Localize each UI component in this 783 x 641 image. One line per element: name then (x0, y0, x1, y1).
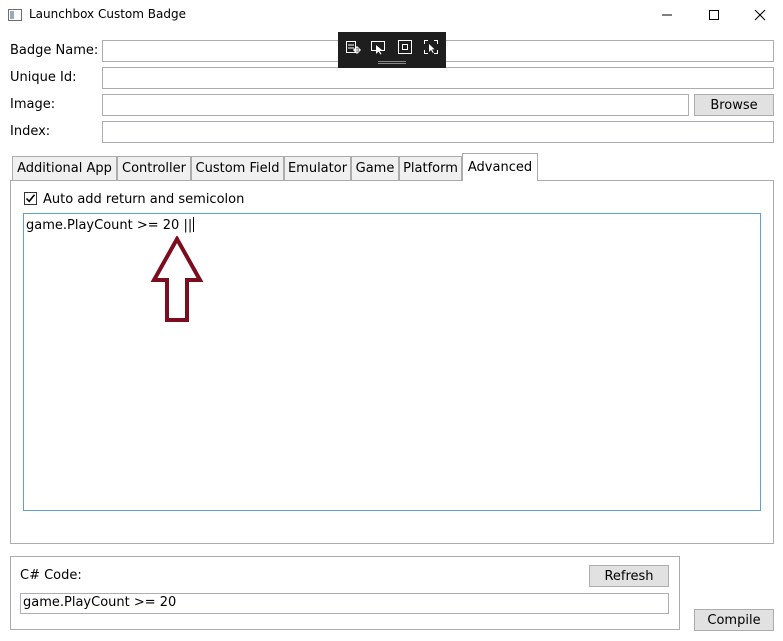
title-bar[interactable]: Launchbox Custom Badge (0, 0, 783, 30)
select-element-button[interactable] (367, 37, 389, 57)
tab-game[interactable]: Game (351, 156, 399, 180)
index-label: Index: (10, 124, 51, 139)
layout-adorners-button[interactable] (394, 37, 416, 57)
csharp-code-output[interactable]: game.PlayCount >= 20 (20, 593, 669, 614)
tab-advanced[interactable]: Advanced (462, 153, 538, 181)
compile-button[interactable]: Compile (694, 609, 774, 631)
unique-id-label: Unique Id: (10, 70, 77, 85)
toolbar-grip[interactable] (378, 61, 406, 64)
visual-tree-button[interactable] (342, 37, 364, 57)
annotation-arrow-icon (150, 236, 204, 322)
maximize-icon (709, 10, 719, 20)
csharp-code-label: C# Code: (20, 568, 82, 583)
image-label: Image: (10, 97, 56, 112)
tab-additional-app[interactable]: Additional App (12, 156, 117, 180)
window-title: Launchbox Custom Badge (29, 7, 186, 21)
checkmark-icon (25, 194, 36, 203)
debug-toolbar[interactable] (338, 32, 446, 68)
index-input[interactable] (102, 121, 774, 143)
maximize-button[interactable] (691, 0, 737, 30)
tab-emulator[interactable]: Emulator (284, 156, 351, 180)
track-focus-button[interactable] (420, 37, 442, 57)
minimize-icon (662, 14, 672, 16)
tab-controller[interactable]: Controller (117, 156, 191, 180)
track-focused-element-icon (424, 40, 438, 54)
tab-platform[interactable]: Platform (399, 156, 462, 180)
select-element-icon (371, 41, 385, 55)
badge-name-label: Badge Name: (10, 43, 99, 58)
text-caret (193, 217, 195, 232)
code-editor[interactable]: game.PlayCount >= 20 || (23, 213, 761, 511)
auto-add-label: Auto add return and semicolon (43, 192, 245, 207)
close-icon (754, 9, 766, 21)
refresh-button[interactable]: Refresh (589, 565, 669, 587)
minimize-button[interactable] (644, 0, 690, 30)
image-input[interactable] (102, 94, 689, 116)
tab-custom-field[interactable]: Custom Field (191, 156, 284, 180)
csharp-code-group: C# Code: Refresh game.PlayCount >= 20 (10, 556, 680, 630)
display-layout-adorners-icon (398, 40, 412, 54)
code-editor-text: game.PlayCount >= 20 || (26, 218, 193, 233)
visual-tree-icon (346, 41, 361, 54)
browse-button[interactable]: Browse (694, 94, 774, 116)
auto-add-checkbox[interactable] (24, 192, 37, 205)
close-button[interactable] (737, 0, 783, 30)
app-icon (8, 9, 22, 21)
unique-id-input[interactable] (102, 67, 774, 89)
